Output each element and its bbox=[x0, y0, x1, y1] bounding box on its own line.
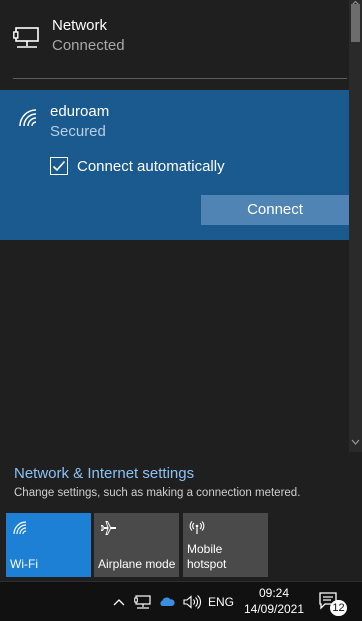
wifi-network-name: eduroam bbox=[50, 103, 110, 120]
connect-automatically-label: Connect automatically bbox=[77, 157, 225, 175]
hotspot-icon bbox=[189, 520, 205, 536]
network-name: Network bbox=[52, 17, 108, 34]
wifi-icon bbox=[12, 520, 28, 536]
ethernet-network-icon bbox=[13, 26, 41, 50]
scroll-down-arrow-icon[interactable] bbox=[350, 438, 361, 446]
mobile-hotspot-label-line1: Mobile bbox=[187, 542, 223, 556]
scrollbar[interactable] bbox=[349, 0, 362, 452]
network-tray-icon[interactable] bbox=[134, 594, 152, 610]
wifi-tile-label: Wi-Fi bbox=[10, 557, 38, 571]
show-hidden-icons-chevron-icon[interactable] bbox=[112, 594, 126, 610]
clock-time: 09:24 bbox=[258, 586, 290, 600]
volume-speaker-icon[interactable] bbox=[182, 594, 202, 610]
connect-automatically-checkbox[interactable] bbox=[50, 157, 68, 175]
onedrive-cloud-icon[interactable] bbox=[158, 594, 176, 610]
airplane-icon bbox=[100, 520, 116, 536]
mobile-hotspot-label: Mobile hotspot bbox=[187, 542, 226, 572]
taskbar: ENG 09:24 14/09/2021 12 bbox=[0, 581, 362, 621]
wifi-secured-icon bbox=[18, 108, 40, 128]
airplane-mode-label: Airplane mode bbox=[98, 557, 176, 571]
notification-count-badge: 12 bbox=[330, 600, 347, 616]
action-center-button[interactable]: 12 bbox=[318, 590, 347, 616]
network-settings-link[interactable]: Network & Internet settings bbox=[14, 465, 194, 482]
input-language-indicator[interactable]: ENG bbox=[208, 595, 234, 609]
wifi-security-status: Secured bbox=[50, 123, 106, 140]
mobile-hotspot-tile[interactable]: Mobile hotspot bbox=[183, 513, 268, 577]
wifi-network-item-selected[interactable]: eduroam Secured Connect automatically Co… bbox=[0, 90, 349, 240]
airplane-mode-tile[interactable]: Airplane mode bbox=[94, 513, 179, 577]
scrollbar-thumb[interactable] bbox=[351, 4, 360, 42]
network-flyout: Network Connected eduroam Secured Connec… bbox=[0, 0, 362, 581]
checkmark-icon bbox=[52, 160, 66, 172]
divider bbox=[13, 78, 347, 79]
clock-date: 14/09/2021 bbox=[243, 602, 305, 616]
network-settings-description: Change settings, such as making a connec… bbox=[14, 487, 301, 499]
connect-automatically-option[interactable]: Connect automatically bbox=[50, 156, 225, 176]
connect-button[interactable]: Connect bbox=[201, 195, 349, 225]
wired-network-item[interactable]: Network Connected bbox=[0, 0, 350, 78]
wifi-quick-action-tile[interactable]: Wi-Fi bbox=[6, 513, 91, 577]
network-status: Connected bbox=[52, 37, 125, 54]
mobile-hotspot-label-line2: hotspot bbox=[187, 557, 227, 571]
